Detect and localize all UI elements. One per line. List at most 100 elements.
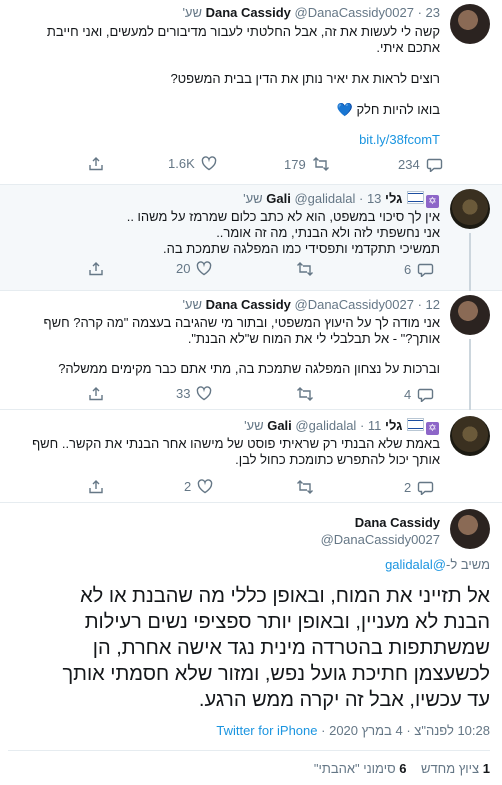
tweet-stats: 1 ציוץ מחדש 6 סימוני "אהבתי" (314, 761, 490, 776)
tweet-text-line: הבנת לא מעניין, ובאופן יותר ספציפי נשים … (84, 611, 490, 633)
replying-to-label: משיב ל- (445, 557, 490, 572)
retweet-icon (312, 156, 330, 172)
reply-icon (417, 479, 434, 495)
share-button[interactable] (88, 386, 104, 402)
retweet-button[interactable]: 179 (284, 156, 330, 172)
tweet-text-line: שמשתתפות בהטרדה מינית נגד אישה אחרת, הן (92, 637, 490, 659)
tweet-text-line: עד עכשיו, אבל זה יקרה ממש הרגע. (198, 689, 490, 711)
retweet-icon (296, 386, 314, 402)
author-name[interactable]: Gali (267, 418, 292, 433)
share-icon (88, 479, 104, 495)
tweet-text-line: אתכם איתי. (376, 40, 440, 55)
retweet-icon (296, 261, 314, 277)
separator-dot: · (406, 723, 411, 738)
tweet-text-line: אל תזייני את המוח, ובאופן כללי מה שהבנת … (80, 585, 490, 607)
share-button[interactable] (88, 479, 104, 495)
tweet-date[interactable]: 4 במרץ 2020 (329, 723, 403, 738)
separator-dot: · (321, 723, 326, 738)
israel-flag-icon (407, 191, 424, 204)
tweet-2[interactable]: ✡ גלי Gali @galidalal · 13 שע' אין לך סי… (0, 185, 502, 291)
replying-to-handle[interactable]: @galidalal (385, 557, 446, 572)
like-button[interactable]: 33 (176, 386, 212, 401)
divider (8, 750, 490, 751)
tweet-3[interactable]: Dana Cassidy @DanaCassidy0027 · 12 שע' א… (0, 291, 502, 410)
star-of-david-icon: ✡ (426, 422, 439, 435)
reply-button[interactable]: 234 (398, 156, 443, 172)
retweet-count: 179 (284, 156, 306, 172)
tweet-text-line: אותך יכול להתפרש כתומכת כחול לבן. (235, 452, 440, 467)
like-count: 1.6K (168, 156, 195, 171)
reply-count: 2 (404, 479, 412, 495)
like-count: 20 (176, 261, 191, 276)
tweet-actions: 2 2 (0, 479, 502, 499)
tweet-header: ✡ גלי Gali @galidalal · 13 שע' (243, 191, 440, 208)
author-name[interactable]: Dana Cassidy (206, 5, 291, 20)
avatar[interactable] (450, 189, 490, 229)
author-handle[interactable]: @DanaCassidy0027 (295, 297, 414, 312)
tweet-1[interactable]: Dana Cassidy @DanaCassidy0027 · 23 שע' ק… (0, 0, 502, 185)
tweet-text-line: אני נחשפתי לזה ולא הבנתי, מה זה אומר.. (216, 225, 440, 240)
retweet-stat-count: 1 (482, 761, 490, 776)
author-name-prefix[interactable]: גלי (385, 191, 402, 206)
reply-icon (417, 261, 434, 277)
author-name[interactable]: Dana Cassidy (355, 515, 440, 530)
like-button[interactable]: 1.6K (168, 156, 217, 171)
like-stat-count: 6 (399, 761, 407, 776)
tweet-text-line: וברכות על נצחון המפלגה שתמכת בה, מתי אתם… (58, 361, 440, 376)
tweet-text-line: אני מודה לך על היעוץ המשפטי, ובתור מי שה… (43, 315, 440, 330)
reply-button[interactable]: 2 (404, 479, 434, 495)
avatar[interactable] (450, 4, 490, 44)
retweet-icon (296, 479, 314, 495)
heart-icon (196, 386, 212, 401)
avatar[interactable] (450, 295, 490, 335)
author-handle[interactable]: @DanaCassidy0027 (321, 532, 440, 547)
retweet-button[interactable] (296, 261, 314, 277)
like-button[interactable]: 2 (184, 479, 213, 494)
reply-icon (417, 386, 434, 402)
tweet-text: אני מודה לך על היעוץ המשפטי, ובתור מי שה… (8, 315, 440, 377)
retweet-button[interactable] (296, 386, 314, 402)
reply-button[interactable]: 4 (404, 386, 434, 402)
tweet-text-line: אין לך סיכוי במשפט, הוא לא כתב כלום שמרמ… (126, 209, 440, 224)
tweet-4[interactable]: ✡ גלי Gali @galidalal · 11 שע' באמת שלא … (0, 410, 502, 503)
tweet-actions: 6 20 (0, 261, 502, 281)
author-name[interactable]: Dana Cassidy (206, 297, 291, 312)
reply-count: 6 (404, 261, 412, 277)
author-name-prefix[interactable]: גלי (385, 418, 402, 433)
tweet-text-line: בואו להיות חלק (356, 102, 440, 117)
tweet-timestamp[interactable]: 10:28 לפנה"צ (414, 723, 490, 738)
tweet-source[interactable]: Twitter for iPhone (216, 723, 317, 738)
retweet-button[interactable] (296, 479, 314, 495)
share-icon (88, 156, 104, 172)
like-button[interactable]: 20 (176, 261, 212, 276)
tweet-text: באמת שלא הבנתי רק שראיתי פוסט של מישהו א… (8, 436, 440, 468)
retweet-stat[interactable]: 1 ציוץ מחדש (417, 761, 490, 776)
tweet-link[interactable]: bit.ly/38fcomT (359, 132, 440, 147)
share-button[interactable] (88, 156, 104, 172)
reply-button[interactable]: 6 (404, 261, 434, 277)
author-handle[interactable]: @galidalal (295, 418, 356, 433)
author-handle[interactable]: @galidalal (294, 191, 355, 206)
reply-count: 234 (398, 156, 420, 172)
main-tweet-text: אל תזייני את המוח, ובאופן כללי מה שהבנת … (8, 583, 490, 713)
heart-icon (196, 261, 212, 276)
heart-icon (197, 479, 213, 494)
like-stat[interactable]: 6 סימוני "אהבתי" (314, 761, 407, 776)
avatar[interactable] (450, 509, 490, 549)
tweet-text-line: רוצים לראות את יאיר נותן את הדין בבית המ… (170, 71, 440, 86)
tweet-text-line: אותך?" - אל תבלבלי לי את המוח ש"לא הבנת"… (187, 331, 440, 346)
reply-count: 4 (404, 386, 412, 402)
avatar[interactable] (450, 416, 490, 456)
tweet-text-line: לכשעצמן חתיכת גועל נפש, ומזור שלא חסמתי … (62, 663, 490, 685)
israel-flag-icon (407, 418, 424, 431)
tweet-header: Dana Cassidy @DanaCassidy0027 · 23 שע' (182, 5, 440, 20)
author-handle[interactable]: @DanaCassidy0027 (295, 5, 414, 20)
share-icon (88, 386, 104, 402)
share-button[interactable] (88, 261, 104, 277)
like-count: 2 (184, 479, 192, 494)
tweet-header: ✡ גלי Gali @galidalal · 11 שע' (244, 418, 440, 435)
tweet-text: אין לך סיכוי במשפט, הוא לא כתב כלום שמרמ… (8, 209, 440, 257)
main-tweet: Dana Cassidy @DanaCassidy0027 משיב ל-@ga… (0, 503, 502, 785)
heart-icon (201, 156, 217, 171)
author-name[interactable]: Gali (266, 191, 291, 206)
